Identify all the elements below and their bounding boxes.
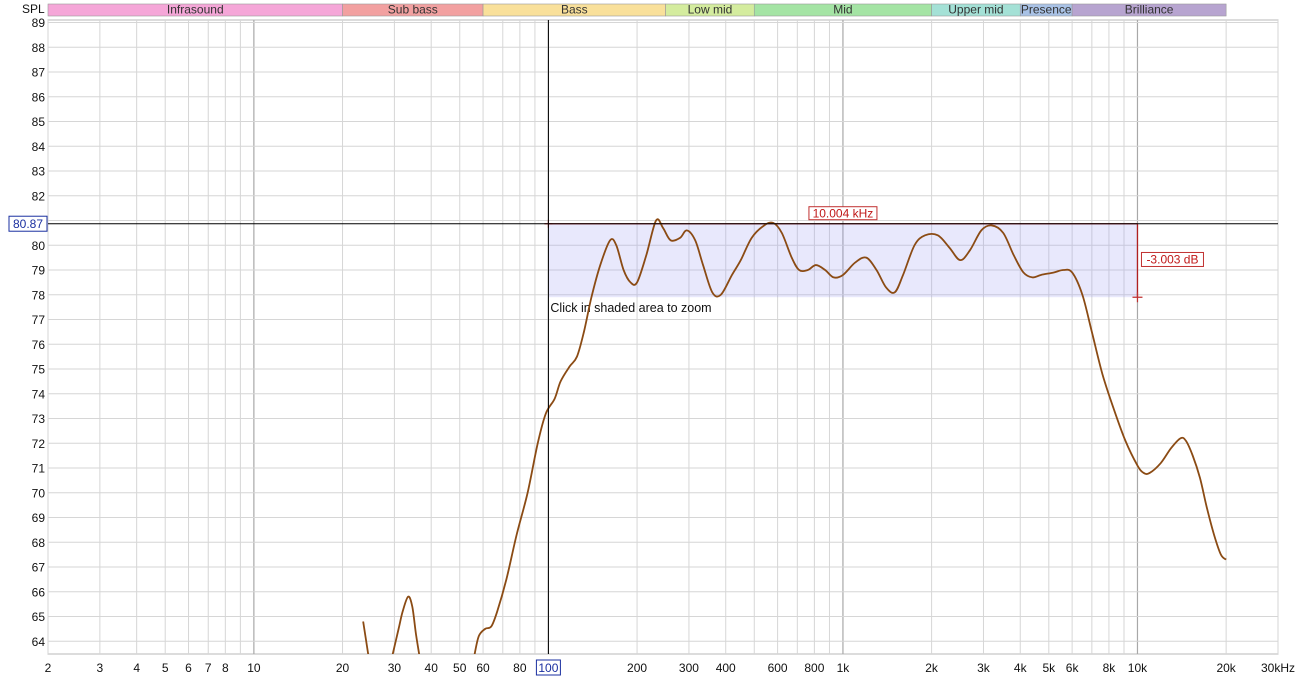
y-tick-label: 76 (32, 338, 46, 352)
x-tick-label: 200 (627, 661, 647, 675)
x-tick-label: 8k (1103, 661, 1117, 675)
x-tick-label: 5k (1042, 661, 1056, 675)
zoom-selection-area (548, 223, 1138, 298)
cursor-y-value: 80.87 (13, 217, 43, 231)
x-tick-label: 6k (1066, 661, 1080, 675)
x-tick-label: 80 (513, 661, 527, 675)
y-tick-label: 71 (32, 462, 46, 476)
y-tick-label: 88 (32, 41, 46, 55)
frequency-band-strip: Infrasound Sub bass Bass Low mid Mid Upper mi… (47, 3, 1227, 17)
band-label: Bass (561, 3, 588, 17)
band-label: Infrasound (167, 3, 224, 17)
x-tick-label: 30kHz (1261, 661, 1295, 675)
zoom-hint-label: Click in shaded area to zoom (550, 301, 711, 315)
y-tick-label: 83 (32, 165, 46, 179)
x-tick-label: 400 (716, 661, 736, 675)
frequency-response-chart[interactable]: Infrasound Sub bass Bass Low mid Mid Upper mi… (0, 0, 1302, 680)
x-tick-label: 3 (97, 661, 104, 675)
x-tick-label: 4 (133, 661, 140, 675)
y-tick-label: 69 (32, 511, 46, 525)
x-tick-label: 7 (205, 661, 212, 675)
x-tick-label: 50 (453, 661, 467, 675)
x-tick-label: 8 (222, 661, 229, 675)
x-tick-label: 300 (679, 661, 699, 675)
x-tick-label: 5 (162, 661, 169, 675)
band-label: Sub bass (388, 3, 438, 17)
x-tick-label: 1k (837, 661, 851, 675)
y-tick-label: 85 (32, 115, 46, 129)
x-tick-label: 40 (425, 661, 439, 675)
y-tick-label: 82 (32, 189, 46, 203)
x-tick-label: 600 (768, 661, 788, 675)
selection-width-label: 10.004 kHz (813, 207, 874, 221)
y-tick-label: 64 (32, 635, 46, 649)
y-tick-label: 72 (32, 437, 46, 451)
y-tick-label: 65 (32, 610, 46, 624)
y-axis-title: SPL (22, 2, 45, 16)
y-tick-label: 66 (32, 585, 46, 599)
selection-height-label: -3.003 dB (1146, 252, 1198, 266)
x-tick-label: 60 (476, 661, 490, 675)
band-label: Low mid (688, 3, 733, 17)
y-tick-label: 68 (32, 536, 46, 550)
x-tick-label: 2k (925, 661, 939, 675)
y-tick-label: 78 (32, 288, 46, 302)
y-tick-label: 79 (32, 264, 46, 278)
y-tick-label: 87 (32, 66, 46, 80)
band-label: Mid (833, 3, 852, 17)
cursor-x-value: 100 (538, 661, 558, 675)
y-tick-label: 89 (32, 16, 46, 30)
x-tick-label: 3k (977, 661, 991, 675)
y-tick-label: 70 (32, 486, 46, 500)
x-tick-label: 10 (247, 661, 261, 675)
band-label: Brilliance (1125, 3, 1174, 17)
y-tick-label: 67 (32, 561, 46, 575)
x-tick-label: 10k (1128, 661, 1148, 675)
x-tick-label: 20 (336, 661, 350, 675)
x-tick-label: 20k (1216, 661, 1236, 675)
y-tick-label: 75 (32, 363, 46, 377)
y-tick-label: 80 (32, 239, 46, 253)
x-tick-label: 30 (388, 661, 402, 675)
y-tick-label: 84 (32, 140, 46, 154)
y-tick-label: 73 (32, 412, 46, 426)
y-tick-label: 86 (32, 90, 46, 104)
x-tick-label: 6 (185, 661, 192, 675)
x-tick-label: 2 (45, 661, 52, 675)
x-tick-label: 800 (804, 661, 824, 675)
band-label: Presence (1021, 3, 1072, 17)
y-tick-label: 74 (32, 387, 46, 401)
x-tick-label: 4k (1014, 661, 1028, 675)
band-label: Upper mid (948, 3, 1003, 17)
y-tick-label: 77 (32, 313, 46, 327)
